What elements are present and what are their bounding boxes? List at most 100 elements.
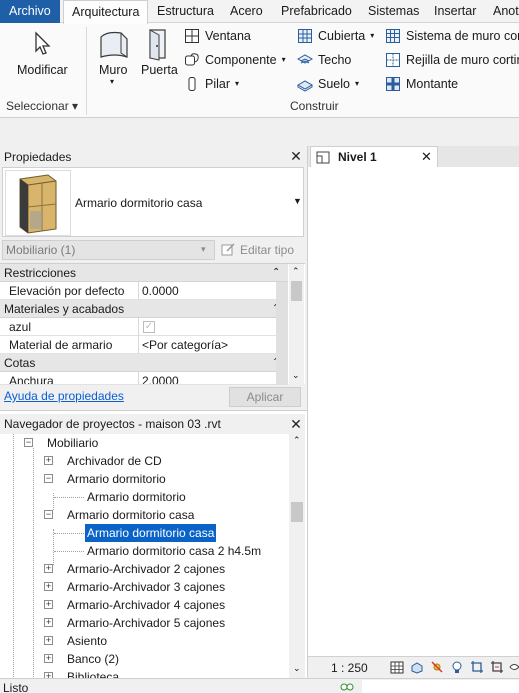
- window-button[interactable]: Ventana: [184, 26, 251, 46]
- tree-node[interactable]: + Armario-Archivador 5 cajones: [0, 614, 289, 632]
- category-restricciones[interactable]: Restricciones ⌃: [0, 264, 288, 282]
- expand-toggle-icon[interactable]: +: [44, 582, 53, 591]
- property-row[interactable]: Material de armario <Por categoría>: [0, 336, 288, 354]
- crop-view-icon: [471, 661, 483, 673]
- expand-toggle-icon[interactable]: +: [44, 456, 53, 465]
- scroll-up-icon[interactable]: ⌃: [292, 266, 300, 277]
- scroll-thumb[interactable]: [291, 502, 303, 522]
- edit-type-label: Editar tipo: [240, 243, 295, 257]
- curtain-system-button[interactable]: Sistema de muro cort: [385, 26, 519, 46]
- tree-node[interactable]: + Armario-Archivador 2 cajones: [0, 560, 289, 578]
- column-dropdown-icon[interactable]: ▾: [235, 74, 239, 94]
- component-dropdown-icon[interactable]: ▾: [282, 50, 286, 70]
- width-value[interactable]: 2.0000: [138, 372, 275, 384]
- tab-insertar[interactable]: Insertar: [434, 0, 476, 23]
- scroll-down-icon[interactable]: ⌄: [292, 370, 300, 381]
- category-materiales-label: Materiales y acabados: [4, 302, 125, 316]
- component-button[interactable]: Componente ▾: [184, 50, 286, 70]
- filter-dropdown-icon[interactable]: ▾: [201, 244, 206, 255]
- collapse-icon[interactable]: ⌃: [272, 264, 280, 282]
- properties-scrollbar[interactable]: ⌃ ⌄: [289, 264, 304, 385]
- expand-toggle-icon[interactable]: +: [44, 564, 53, 573]
- type-name: Armario dormitorio casa: [75, 196, 203, 210]
- view-tab-close-icon[interactable]: ✕: [421, 149, 432, 165]
- mullion-icon: [386, 77, 400, 91]
- view-scale[interactable]: 1 : 250: [331, 661, 368, 675]
- browser-tree: − Mobiliario + Archivador de CD − Armari…: [0, 434, 289, 679]
- wall-button[interactable]: Muro: [99, 63, 127, 77]
- tab-anotar[interactable]: Anot: [493, 0, 519, 23]
- expand-toggle-icon[interactable]: +: [44, 618, 53, 627]
- type-selector[interactable]: Armario dormitorio casa ▼: [2, 167, 304, 237]
- category-cotas[interactable]: Cotas ⌃: [0, 354, 288, 372]
- category-materiales[interactable]: Materiales y acabados ⌃: [0, 300, 288, 318]
- tree-node[interactable]: + Archivador de CD: [0, 452, 289, 470]
- curtain-grid-button[interactable]: Rejilla de muro cortin: [385, 50, 519, 70]
- tab-archivo[interactable]: Archivo: [0, 0, 60, 23]
- tree-node[interactable]: + Banco (2): [0, 650, 289, 668]
- browser-scrollbar[interactable]: ⌃ ⌄: [289, 434, 305, 679]
- material-value[interactable]: <Por categoría>: [138, 336, 275, 354]
- tab-estructura[interactable]: Estructura: [157, 0, 214, 23]
- properties-help-link[interactable]: Ayuda de propiedades: [4, 389, 124, 403]
- browser-close-icon[interactable]: ✕: [289, 416, 303, 433]
- wall-dropdown-icon[interactable]: ▾: [110, 77, 114, 86]
- tree-node-label: Armario-Archivador 5 cajones: [67, 616, 226, 630]
- properties-close-icon[interactable]: ✕: [289, 148, 303, 165]
- edit-type-button[interactable]: Editar tipo: [221, 241, 294, 259]
- tab-acero[interactable]: Acero: [230, 0, 263, 23]
- tab-prefabricado[interactable]: Prefabricado: [281, 0, 352, 23]
- status-bar: Listo: [0, 678, 519, 693]
- scroll-up-icon[interactable]: ⌃: [293, 435, 301, 446]
- azul-checkbox[interactable]: ✓: [143, 321, 155, 333]
- instance-filter-select[interactable]: Mobiliario (1) ▾: [2, 240, 215, 260]
- collapse-toggle-icon[interactable]: −: [24, 438, 33, 447]
- scroll-down-icon[interactable]: ⌄: [293, 663, 301, 674]
- tab-arquitectura[interactable]: Arquitectura: [63, 0, 149, 24]
- mullion-button[interactable]: Montante: [385, 74, 458, 94]
- roof-button[interactable]: Cubierta ▾: [297, 26, 374, 46]
- wall-icon[interactable]: [97, 27, 131, 64]
- door-icon[interactable]: [145, 27, 171, 64]
- tree-node[interactable]: − Armario dormitorio casa: [0, 506, 289, 524]
- roof-dropdown-icon[interactable]: ▾: [370, 26, 374, 46]
- tree-node[interactable]: − Armario dormitorio: [0, 470, 289, 488]
- floor-dropdown-icon[interactable]: ▾: [355, 74, 359, 94]
- tree-node-mobiliario[interactable]: − Mobiliario: [0, 434, 289, 452]
- ceiling-button[interactable]: Techo: [297, 50, 351, 70]
- tree-node-label: Armario dormitorio casa: [67, 508, 195, 522]
- expand-toggle-icon[interactable]: +: [44, 636, 53, 645]
- property-row[interactable]: Anchura 2.0000: [0, 372, 288, 385]
- drawing-view[interactable]: Nivel 1 ✕ 1 : 250: [307, 146, 519, 678]
- column-button[interactable]: Pilar ▾: [184, 74, 239, 94]
- expand-toggle-icon[interactable]: +: [44, 654, 53, 663]
- tree-node[interactable]: + Asiento: [0, 632, 289, 650]
- apply-button[interactable]: Aplicar: [229, 387, 301, 407]
- tab-sistemas[interactable]: Sistemas: [368, 0, 419, 23]
- property-row[interactable]: azul ✓: [0, 318, 288, 336]
- crop-region-icon: [491, 661, 503, 673]
- cursor-arrow-icon[interactable]: [32, 31, 54, 60]
- azul-value[interactable]: ✓: [138, 318, 275, 336]
- collapse-toggle-icon[interactable]: −: [44, 510, 53, 519]
- tree-node[interactable]: + Armario-Archivador 4 cajones: [0, 596, 289, 614]
- tree-node[interactable]: + Armario-Archivador 3 cajones: [0, 578, 289, 596]
- tree-leaf[interactable]: Armario dormitorio: [0, 488, 289, 506]
- type-dropdown-icon[interactable]: ▼: [293, 196, 302, 206]
- modify-button[interactable]: Modificar: [17, 63, 68, 77]
- floor-icon: [297, 80, 313, 92]
- floor-button[interactable]: Suelo ▾: [297, 74, 359, 94]
- tree-leaf[interactable]: Armario dormitorio casa 2 h4.5m: [0, 542, 289, 560]
- property-row[interactable]: Elevación por defecto 0.0000: [0, 282, 288, 300]
- azul-label: azul: [9, 320, 32, 334]
- tree-leaf-selected[interactable]: Armario dormitorio casa: [0, 523, 289, 543]
- collapse-toggle-icon[interactable]: −: [44, 474, 53, 483]
- scroll-thumb[interactable]: [291, 281, 302, 301]
- tree-node-label: Armario-Archivador 3 cajones: [67, 580, 226, 594]
- view-tab-nivel1[interactable]: Nivel 1 ✕: [310, 146, 438, 167]
- door-button[interactable]: Puerta: [141, 63, 178, 77]
- elevation-value[interactable]: 0.0000: [138, 282, 275, 300]
- expand-toggle-icon[interactable]: +: [44, 600, 53, 609]
- select-panel-title[interactable]: Seleccionar ▾: [6, 99, 78, 113]
- curtain-system-label: Sistema de muro cort: [406, 29, 519, 43]
